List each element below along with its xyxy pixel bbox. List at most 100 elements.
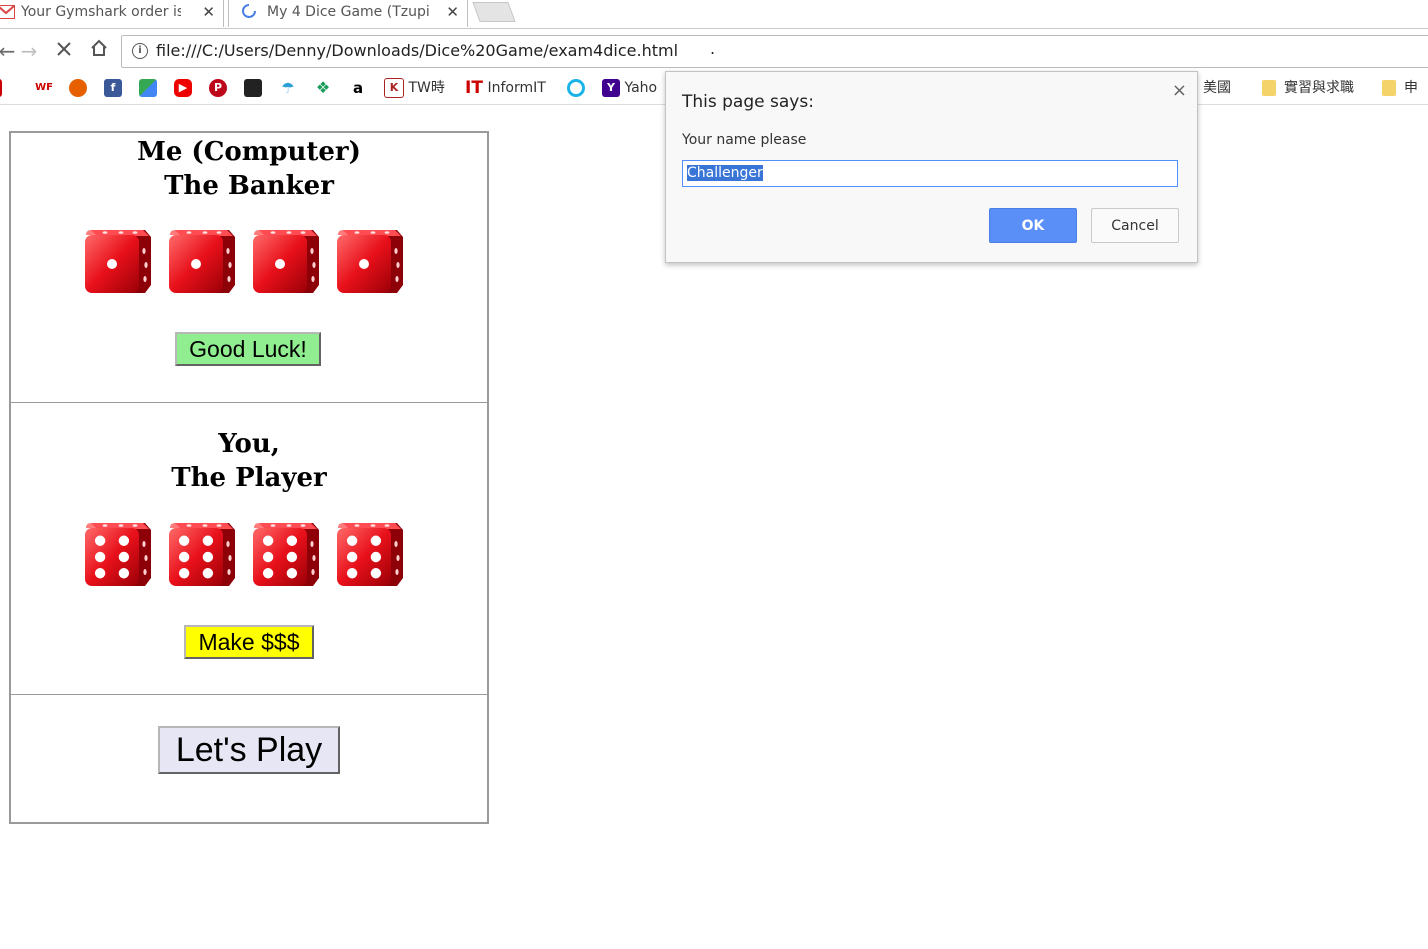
banker-section: Me (Computer) The Banker Good Luck! <box>11 133 487 401</box>
url-extra: . <box>710 39 716 58</box>
dialog-message: Your name please <box>682 132 807 148</box>
die-pip <box>178 568 190 579</box>
browser-toolbar: ← → i file:///C:/Users/Denny/Downloads/D… <box>0 28 1428 73</box>
bookmark-tw[interactable]: K TW時 <box>384 78 445 98</box>
tab-title: My 4 Dice Game (Tzupin <box>267 4 429 20</box>
bookmark-pinterest[interactable]: P <box>209 78 227 98</box>
home-icon[interactable] <box>86 38 112 64</box>
bookmark-label: 實習與求職 <box>1284 80 1354 96</box>
die-pip <box>286 551 298 563</box>
die-pip <box>118 568 130 579</box>
lets-play-button[interactable]: Let's Play <box>158 726 340 774</box>
die-pip <box>286 568 298 579</box>
bookmark-green[interactable]: ❖ <box>314 78 332 98</box>
circle-c-icon <box>567 79 585 97</box>
bookmark-facebook[interactable]: f <box>104 78 122 98</box>
tab-close-icon[interactable]: ✕ <box>446 0 459 24</box>
banker-heading-line1: Me (Computer) <box>137 137 361 167</box>
die-1-icon <box>337 230 403 293</box>
die-pip <box>346 535 358 546</box>
bookmark-item[interactable] <box>0 78 2 98</box>
folder-icon <box>1382 80 1396 96</box>
forward-icon[interactable]: → <box>16 38 42 64</box>
name-input[interactable]: Challenger <box>682 160 1178 187</box>
player-dice-row <box>11 520 487 590</box>
player-section: You, The Player Make $$$ <box>11 402 487 695</box>
bookmark-amazon[interactable]: a <box>349 78 367 98</box>
die-pip <box>94 551 106 563</box>
loading-spinner-icon <box>241 3 257 27</box>
tab-strip: Your Gymshark order is o ✕ My 4 Dice Gam… <box>0 0 1428 28</box>
bookmark-label: Yaho <box>624 80 658 96</box>
die-pip <box>118 535 130 546</box>
stop-icon[interactable] <box>51 38 77 64</box>
close-icon[interactable]: × <box>1172 80 1187 101</box>
die-pip <box>178 551 190 563</box>
die-pip <box>262 535 274 546</box>
tab-title: Your Gymshark order is o <box>21 4 181 20</box>
facebook-icon: f <box>104 79 122 97</box>
yahoo-icon: Y <box>602 79 620 97</box>
folder-icon <box>1262 80 1276 96</box>
address-bar[interactable]: i file:///C:/Users/Denny/Downloads/Dice%… <box>121 35 1428 68</box>
bookmark-maps[interactable] <box>139 78 157 98</box>
make-money-button[interactable]: Make $$$ <box>184 625 314 659</box>
die-1-icon <box>253 230 319 293</box>
play-section: Let's Play <box>11 694 487 823</box>
ok-button[interactable]: OK <box>989 208 1077 243</box>
tab-close-icon[interactable]: ✕ <box>202 0 215 24</box>
info-icon[interactable]: i <box>132 43 148 59</box>
die-6-icon <box>337 523 403 586</box>
prompt-dialog: This page says: × Your name please Chall… <box>665 71 1198 263</box>
die-pip <box>275 259 285 269</box>
gmail-icon <box>0 3 15 27</box>
bookmark-circle[interactable] <box>567 78 585 98</box>
maps-icon <box>139 79 157 97</box>
tab-dice-game[interactable]: My 4 Dice Game (Tzupin ✕ <box>228 0 468 27</box>
amazon-icon: a <box>349 79 367 97</box>
player-heading-line1: You, <box>218 429 280 459</box>
weather-icon: ☂ <box>279 79 297 97</box>
bookmark-firefox[interactable] <box>69 78 87 98</box>
die-pip <box>191 259 201 269</box>
tab-gmail[interactable]: Your Gymshark order is o ✕ <box>0 0 224 27</box>
die-6-icon <box>253 523 319 586</box>
url-text: file:///C:/Users/Denny/Downloads/Dice%20… <box>156 41 679 60</box>
bookmark-yahoo[interactable]: Y Yaho <box>602 78 657 98</box>
die-pip <box>202 568 214 579</box>
die-pip <box>94 535 106 546</box>
bookmark-folder[interactable]: 實習與求職 <box>1262 78 1354 98</box>
bookmark-weather[interactable]: ☂ <box>279 78 297 98</box>
bookmark-label: 美國 <box>1203 80 1231 96</box>
dialog-title: This page says: <box>682 92 814 112</box>
good-luck-button[interactable]: Good Luck! <box>175 332 321 366</box>
bookmark-label: 申 <box>1404 80 1418 96</box>
die-pip <box>370 568 382 579</box>
bookmark-dark-app[interactable] <box>244 78 262 98</box>
cancel-button[interactable]: Cancel <box>1091 208 1179 243</box>
die-pip <box>346 551 358 563</box>
die-pip <box>118 551 130 563</box>
green-diamond-icon: ❖ <box>314 78 332 97</box>
die-pip <box>262 551 274 563</box>
bookmark-youtube[interactable]: ▶ <box>174 78 192 98</box>
bookmark-wf[interactable]: WF <box>34 78 54 98</box>
tw-icon: K <box>384 78 404 98</box>
die-pip <box>346 568 358 579</box>
new-tab-button[interactable] <box>472 2 516 22</box>
bookmark-informit[interactable]: IT InformIT <box>465 78 546 98</box>
bookmark-label: TW時 <box>408 80 445 96</box>
die-6-icon <box>169 523 235 586</box>
firefox-icon <box>69 79 87 97</box>
die-pip <box>94 568 106 579</box>
banker-heading-line2: The Banker <box>164 171 334 201</box>
die-pip <box>286 535 298 546</box>
red-bookmark-icon <box>0 79 2 97</box>
bookmark-folder[interactable]: 申 <box>1382 78 1418 98</box>
die-pip <box>202 551 214 563</box>
name-input-value: Challenger <box>687 165 763 181</box>
youtube-icon: ▶ <box>174 79 192 97</box>
die-1-icon <box>169 230 235 293</box>
dark-app-icon <box>244 79 262 97</box>
bookmark-label: InformIT <box>487 80 546 96</box>
